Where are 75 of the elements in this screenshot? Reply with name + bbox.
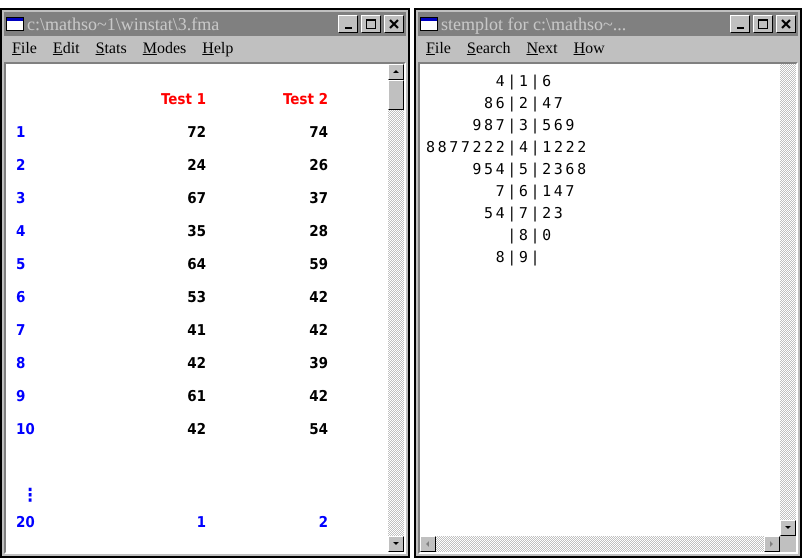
menu-item[interactable]: Edit xyxy=(52,40,80,58)
row-number: 5 xyxy=(15,254,26,274)
close-icon xyxy=(389,19,399,29)
stemplot-line: 86|2|47 xyxy=(484,93,566,114)
menu-item[interactable]: Stats xyxy=(96,40,127,58)
stemplot-line: 8|9| xyxy=(496,247,542,268)
column-header: Test 2 xyxy=(282,88,328,110)
window-icon[interactable] xyxy=(6,17,24,31)
menu-item[interactable]: Help xyxy=(202,40,234,58)
window-title: c:\mathso~1\winstat\3.fma xyxy=(27,14,220,34)
table-cell: 42 xyxy=(309,288,328,306)
stemplot-line: 954|5|2368 xyxy=(472,159,589,180)
stemplot-line: 4|1|6 xyxy=(496,71,554,92)
row-number: 3 xyxy=(15,188,26,208)
stemplot-line: 8877222|4|1222 xyxy=(426,137,589,158)
row-number: 10 xyxy=(15,418,36,440)
minimize-button[interactable] xyxy=(730,15,750,33)
row-number: 9 xyxy=(15,386,26,406)
menu-item[interactable]: How xyxy=(574,40,605,58)
table-cell: 53 xyxy=(187,288,206,306)
table-cell: 74 xyxy=(309,122,328,140)
stemplot-line: 7|6|147 xyxy=(496,181,578,202)
scrollbar[interactable] xyxy=(420,536,780,552)
minimize-icon xyxy=(344,27,352,29)
table-cell: 1 xyxy=(196,512,206,530)
table-cell: 42 xyxy=(187,354,206,372)
table-cell: 42 xyxy=(309,320,328,338)
maximize-button[interactable] xyxy=(361,15,381,33)
menu-item[interactable]: Search xyxy=(466,40,510,58)
size-grip[interactable] xyxy=(780,536,796,552)
table-cell: 37 xyxy=(309,188,328,206)
menu-item[interactable]: Modes xyxy=(142,40,186,58)
table-cell: 39 xyxy=(309,354,328,372)
stemplot-line: 54|7|23 xyxy=(484,203,566,224)
table-cell: 28 xyxy=(309,222,328,240)
table-cell: 2 xyxy=(318,512,328,530)
menu-item[interactable]: File xyxy=(426,40,451,58)
row-number: 1 xyxy=(15,122,26,142)
column-header: Test 1 xyxy=(160,88,206,110)
row-number: 8 xyxy=(15,352,26,374)
table-cell: 67 xyxy=(187,188,206,206)
minimize-button[interactable] xyxy=(338,15,358,33)
table-cell: 54 xyxy=(309,420,328,438)
table-cell: 42 xyxy=(187,420,206,438)
table-cell: 64 xyxy=(187,254,206,272)
scrollbar[interactable] xyxy=(780,64,796,536)
row-number: 7 xyxy=(15,320,26,340)
table-cell: 26 xyxy=(309,156,328,174)
window-title: stemplot for c:\mathso~... xyxy=(441,14,628,34)
close-button[interactable] xyxy=(384,15,404,33)
table-cell: 42 xyxy=(309,386,328,404)
scrollbar[interactable] xyxy=(388,64,404,552)
table-cell: 72 xyxy=(187,122,206,140)
table-cell: 59 xyxy=(309,254,328,272)
maximize-button[interactable] xyxy=(753,15,773,33)
row-number: 4 xyxy=(15,220,26,242)
ellipsis: ⋮ xyxy=(22,487,38,505)
row-number: 2 xyxy=(15,154,26,176)
stemplot-line: |8|0 xyxy=(507,225,554,246)
menu-item[interactable]: File xyxy=(12,40,37,58)
maximize-icon xyxy=(757,18,769,30)
close-button[interactable] xyxy=(776,15,796,33)
maximize-icon xyxy=(365,18,377,30)
close-icon xyxy=(781,19,791,29)
table-cell: 41 xyxy=(187,320,206,338)
menu-item[interactable]: Next xyxy=(526,40,558,58)
minimize-icon xyxy=(736,27,744,29)
row-number: 6 xyxy=(15,286,26,308)
row-number: 20 xyxy=(15,512,36,532)
window-icon[interactable] xyxy=(420,17,438,31)
table-cell: 24 xyxy=(187,156,206,174)
table-cell: 61 xyxy=(187,386,206,404)
stemplot-line: 987|3|569 xyxy=(472,115,578,136)
table-cell: 35 xyxy=(187,222,206,240)
scrollbar-thumb[interactable] xyxy=(388,80,404,110)
